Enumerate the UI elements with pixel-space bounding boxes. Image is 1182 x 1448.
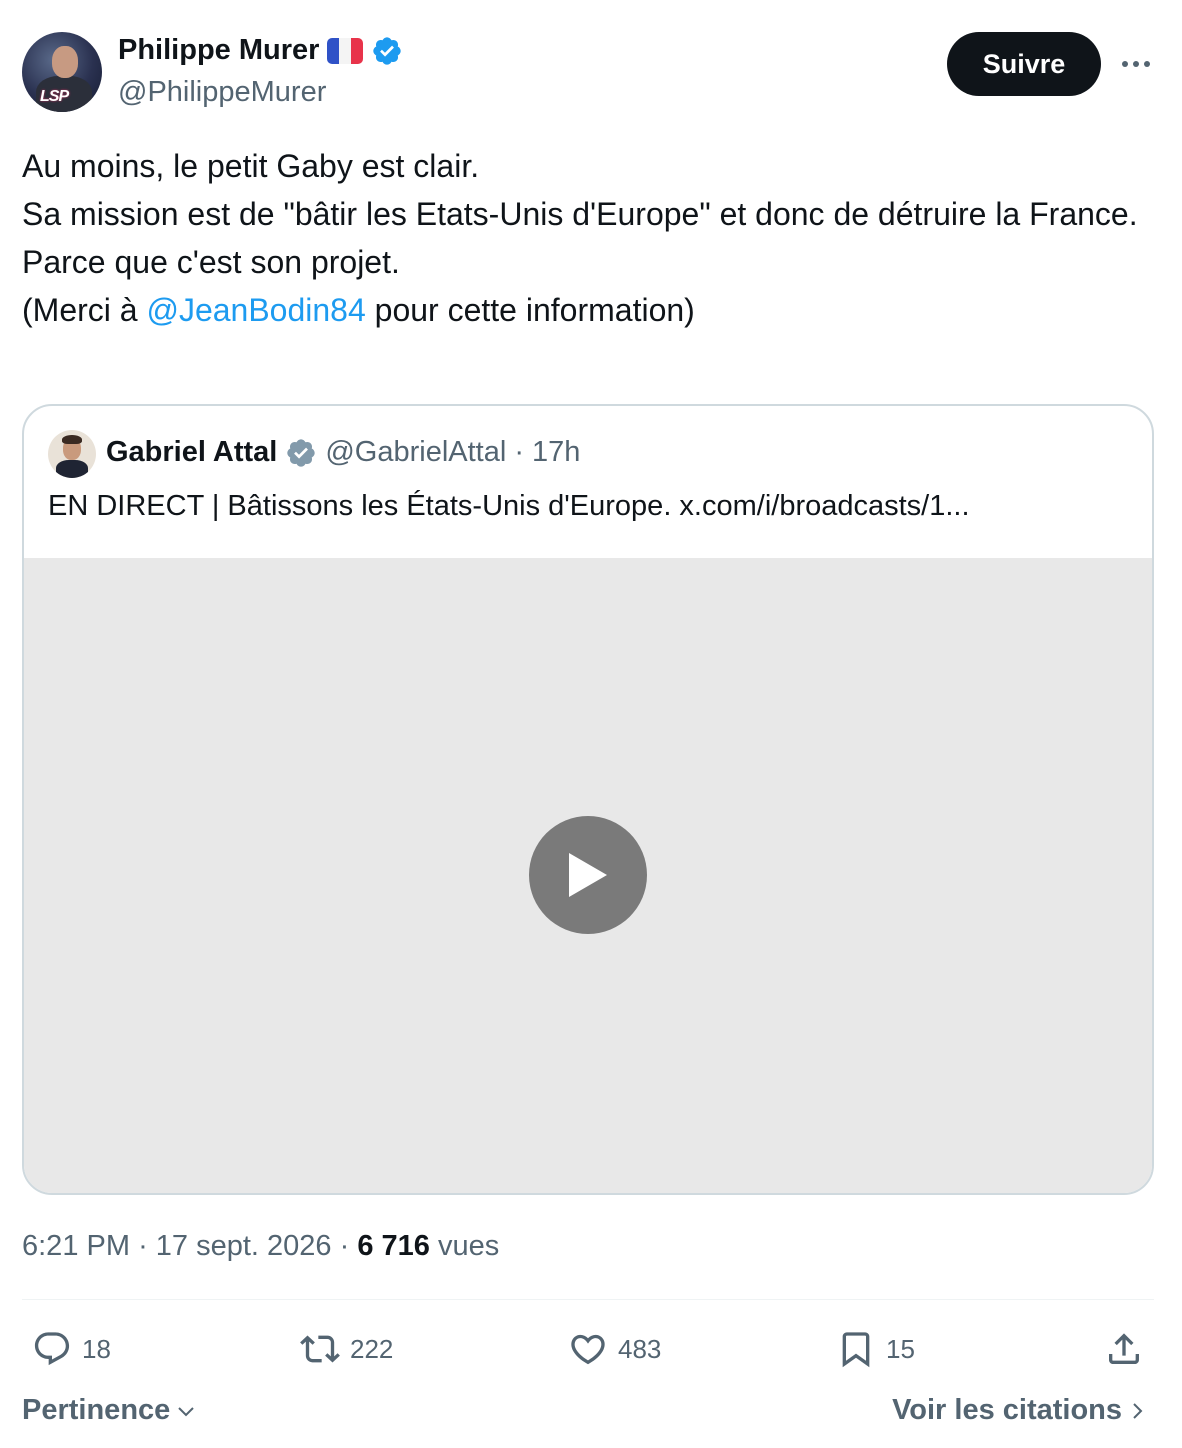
author-display-name-row[interactable]: Philippe Murer <box>118 34 403 67</box>
reply-button[interactable]: 18 <box>32 1326 111 1372</box>
more-options-icon[interactable] <box>1116 50 1156 78</box>
heart-icon <box>571 1334 605 1365</box>
quoted-tweet-header: Gabriel Attal @GabrielAttal · 17h <box>106 436 580 469</box>
bookmark-button[interactable]: 15 <box>836 1326 915 1372</box>
views-label: vues <box>438 1230 500 1262</box>
tweet-line: Au moins, le petit Gaby est clair. <box>22 148 480 184</box>
tweet-time[interactable]: 6:21 PM <box>22 1230 130 1262</box>
quoted-author-name[interactable]: Gabriel Attal <box>106 436 277 469</box>
repost-icon <box>300 1335 340 1363</box>
tweet-text-fragment: pour cette information) <box>365 292 695 328</box>
verified-badge-icon <box>287 438 316 467</box>
bookmark-count: 15 <box>886 1333 915 1364</box>
reply-count: 18 <box>82 1333 111 1364</box>
view-quotes-link[interactable]: Voir les citations <box>892 1394 1148 1427</box>
separator-dot: · <box>514 436 524 468</box>
avatar-logo: LSP <box>40 88 69 105</box>
verified-badge-icon <box>373 36 402 65</box>
tweet-line: Parce que c'est son projet. <box>22 244 400 280</box>
play-button[interactable] <box>529 816 647 934</box>
sort-dropdown[interactable]: Pertinence <box>22 1394 198 1427</box>
reply-icon <box>34 1332 70 1366</box>
video-player[interactable] <box>24 558 1152 1193</box>
views-count: 6 716 <box>357 1230 430 1262</box>
like-button[interactable]: 483 <box>568 1326 661 1372</box>
divider <box>22 1299 1154 1300</box>
repost-count: 222 <box>350 1333 394 1364</box>
like-count: 483 <box>618 1333 662 1364</box>
play-icon <box>569 853 607 897</box>
chevron-down-icon <box>178 1406 195 1416</box>
mention-link[interactable]: @JeanBodin84 <box>146 292 365 328</box>
quoted-author-avatar[interactable] <box>48 430 96 478</box>
avatar-face-shape <box>52 46 78 78</box>
quoted-tweet-time[interactable]: 17h <box>532 436 580 469</box>
quoted-author-handle[interactable]: @GabrielAttal <box>325 436 506 469</box>
sort-label: Pertinence <box>22 1394 171 1426</box>
tweet-date[interactable]: 17 sept. 2026 <box>156 1230 332 1262</box>
view-quotes-label: Voir les citations <box>892 1394 1122 1426</box>
author-avatar[interactable]: LSP <box>22 32 102 112</box>
follow-button[interactable]: Suivre <box>947 32 1101 96</box>
separator-dot: · <box>138 1230 148 1262</box>
chevron-right-icon <box>1133 1402 1143 1419</box>
tweet-text: Au moins, le petit Gaby est clair. Sa mi… <box>22 142 1152 334</box>
avatar-body-shape <box>56 460 88 478</box>
share-button[interactable] <box>1104 1326 1144 1372</box>
tweet-meta: 6:21 PM · 17 sept. 2026 · 6 716 vues <box>22 1230 499 1263</box>
quoted-tweet-card[interactable]: Gabriel Attal @GabrielAttal · 17h EN DIR… <box>22 404 1154 1195</box>
separator-dot: · <box>339 1230 350 1262</box>
tweet-line: Sa mission est de "bâtir les Etats-Unis … <box>22 196 1138 232</box>
france-flag-icon <box>327 37 364 64</box>
author-handle[interactable]: @PhilippeMurer <box>118 76 326 109</box>
tweet-page: LSP Philippe Murer @PhilippeMurer Suivre… <box>0 0 1182 1448</box>
repost-button[interactable]: 222 <box>300 1326 393 1372</box>
quoted-tweet-text: EN DIRECT | Bâtissons les États-Unis d'E… <box>48 490 970 522</box>
tweet-line: (Merci à @JeanBodin84 pour cette informa… <box>22 286 1152 334</box>
bookmark-icon <box>842 1332 870 1368</box>
tweet-text-fragment: (Merci à <box>22 292 147 328</box>
avatar-hair-shape <box>62 435 82 444</box>
author-display-name[interactable]: Philippe Murer <box>118 34 319 67</box>
share-icon <box>1109 1333 1139 1364</box>
